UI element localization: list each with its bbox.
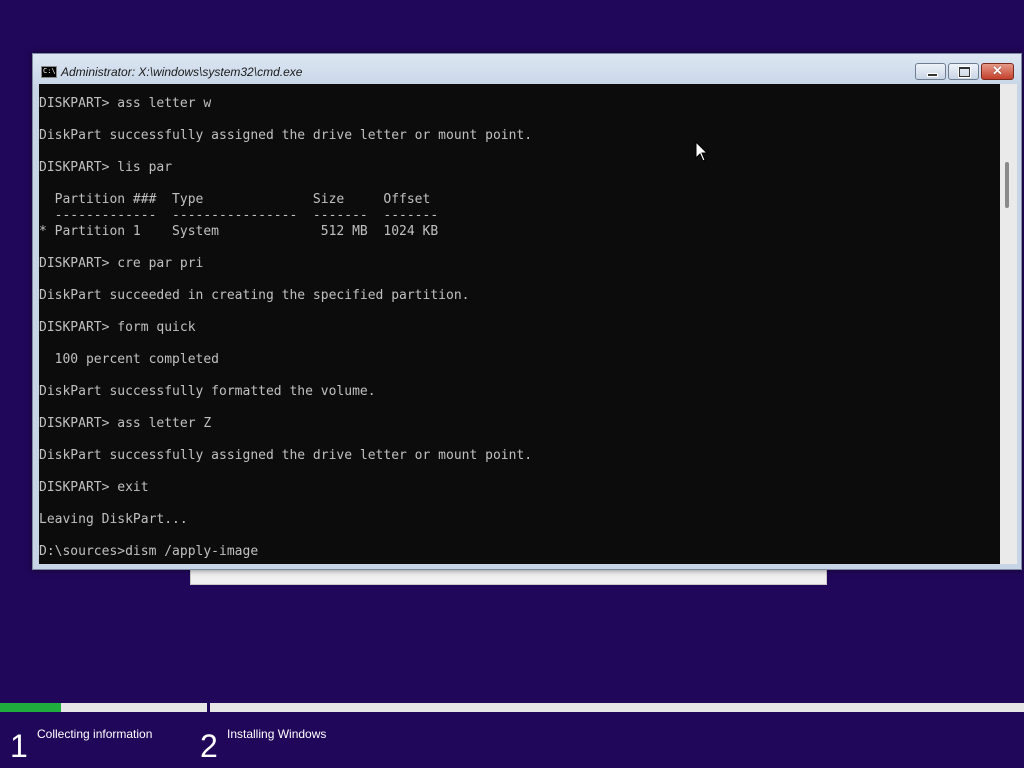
console-text: DISKPART> ass letter w DiskPart successf… (39, 96, 533, 559)
step-2-number: 2 (200, 728, 218, 764)
step-1-number: 1 (10, 728, 28, 764)
step-1-label: Collecting information (37, 727, 153, 741)
close-icon: ✕ (992, 63, 1003, 78)
step-2-label: Installing Windows (227, 727, 327, 741)
progress-track (0, 703, 1024, 712)
title-bar[interactable]: C:\ Administrator: X:\windows\system32\c… (33, 54, 1021, 84)
cmd-window[interactable]: C:\ Administrator: X:\windows\system32\c… (32, 53, 1022, 570)
minimize-icon (927, 73, 938, 77)
restore-icon (959, 67, 970, 77)
progress-fill (0, 703, 62, 712)
maximize-button[interactable] (948, 63, 979, 80)
minimize-button[interactable] (915, 63, 946, 80)
vertical-scrollbar[interactable] (1000, 84, 1017, 564)
mouse-pointer-icon (695, 141, 709, 162)
cmd-icon: C:\ (41, 66, 57, 78)
window-title: Administrator: X:\windows\system32\cmd.e… (61, 65, 303, 79)
progress-divider (207, 700, 210, 714)
scrollbar-thumb[interactable] (1005, 162, 1009, 208)
cmd-icon-text: C:\ (43, 67, 56, 75)
console-output[interactable]: DISKPART> ass letter w DiskPart successf… (39, 84, 1000, 564)
close-button[interactable]: ✕ (981, 63, 1014, 80)
